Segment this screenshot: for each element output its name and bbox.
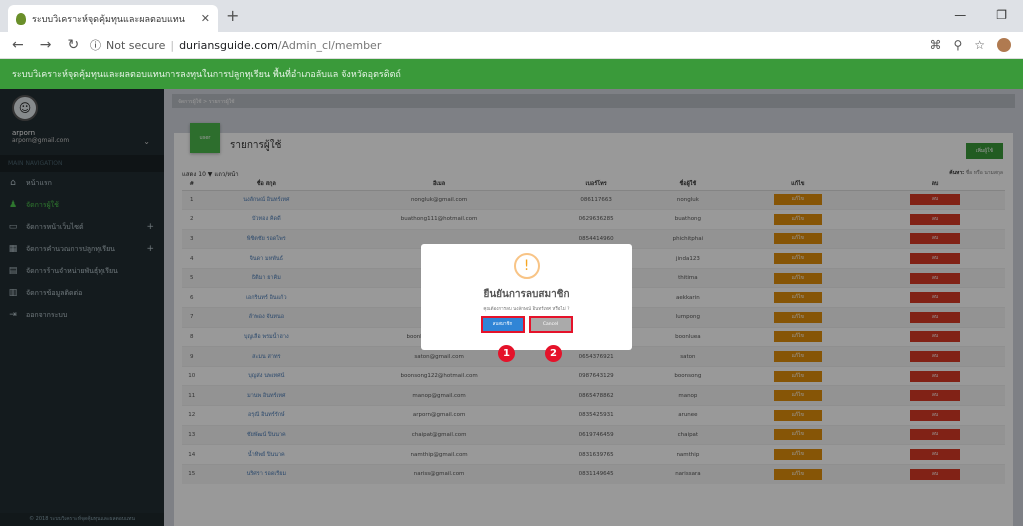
forward-icon[interactable]: → bbox=[40, 37, 52, 53]
url-separator: | bbox=[170, 38, 175, 52]
info-icon[interactable]: ⓘ bbox=[90, 37, 101, 53]
url-host: duriansguide.com bbox=[179, 38, 278, 52]
dialog-title: ยืนยันการลบสมาชิก bbox=[483, 289, 570, 300]
app-title: ระบบวิเคราะห์จุดคุ้มทุนและผลตอบแทนการลงท… bbox=[12, 70, 401, 80]
new-tab-button[interactable]: + bbox=[226, 6, 239, 25]
url-path: /Admin_cl/member bbox=[277, 38, 382, 52]
restore-icon[interactable]: ❐ bbox=[996, 8, 1007, 22]
confirm-delete-button[interactable]: ลบสมาชิก bbox=[480, 316, 525, 333]
not-secure-label: Not secure bbox=[106, 38, 166, 52]
warning-icon: ! bbox=[513, 253, 540, 279]
address-bar: ← → ↻ ⓘ Not secure | duriansguide.com/Ad… bbox=[0, 32, 1023, 59]
annotation-marker-1: 1 bbox=[498, 345, 515, 362]
browser-tools: ⌘ ⚲ ☆ bbox=[929, 38, 1023, 52]
browser-tab[interactable]: ระบบวิเคราะห์จุดคุ้มทุนและผลตอบแทน ✕ bbox=[8, 5, 218, 32]
tab-title: ระบบวิเคราะห์จุดคุ้มทุนและผลตอบแทน bbox=[32, 14, 185, 25]
zoom-icon[interactable]: ⚲ bbox=[953, 38, 962, 52]
close-tab-icon[interactable]: ✕ bbox=[201, 12, 210, 25]
window-controls: — ❐ bbox=[954, 8, 1007, 22]
profile-avatar-icon[interactable] bbox=[997, 38, 1011, 52]
nav-buttons: ← → ↻ bbox=[0, 37, 90, 53]
back-icon[interactable]: ← bbox=[12, 37, 24, 53]
confirm-dialog: ! ยืนยันการลบสมาชิก คุณต้องการลบ นงลักษณ… bbox=[421, 244, 632, 350]
annotation-marker-2: 2 bbox=[545, 345, 562, 362]
reload-icon[interactable]: ↻ bbox=[67, 37, 79, 53]
dialog-message: คุณต้องการลบ นงลักษณ์ อินทร์เทศ หรือไม่ … bbox=[483, 307, 570, 312]
durian-favicon-icon bbox=[16, 12, 26, 25]
cancel-button[interactable]: Cancel bbox=[528, 316, 573, 333]
minimize-icon[interactable]: — bbox=[954, 8, 966, 22]
url-field[interactable]: ⓘ Not secure | duriansguide.com/Admin_cl… bbox=[90, 34, 929, 56]
translate-icon[interactable]: ⌘ bbox=[929, 38, 941, 52]
star-icon[interactable]: ☆ bbox=[974, 38, 985, 52]
browser-tab-bar: ระบบวิเคราะห์จุดคุ้มทุนและผลตอบแทน ✕ + —… bbox=[0, 0, 1023, 32]
app-banner: ระบบวิเคราะห์จุดคุ้มทุนและผลตอบแทนการลงท… bbox=[0, 59, 1023, 89]
